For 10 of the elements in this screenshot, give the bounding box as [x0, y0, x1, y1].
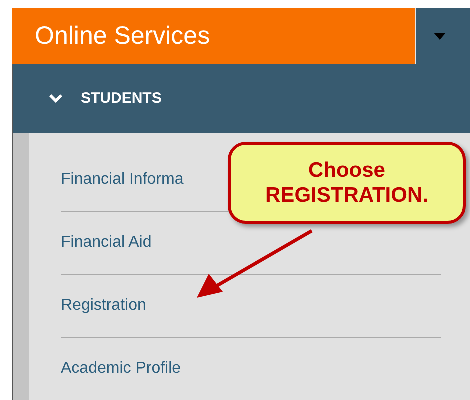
caret-icon	[434, 32, 446, 40]
dropdown-button[interactable]	[416, 8, 470, 64]
chevron-icon	[49, 94, 63, 104]
menu-link[interactable]: Registration	[61, 297, 146, 315]
callout-text: Choose REGISTRATION.	[264, 158, 430, 208]
section-header[interactable]: STUDENTS	[12, 64, 470, 133]
menu-link[interactable]: Financial Aid	[61, 234, 152, 252]
menu-link[interactable]: Academic Profile	[61, 360, 182, 378]
menu-link[interactable]: Financial Informa	[61, 171, 184, 189]
app-title: Online Services	[35, 22, 210, 51]
